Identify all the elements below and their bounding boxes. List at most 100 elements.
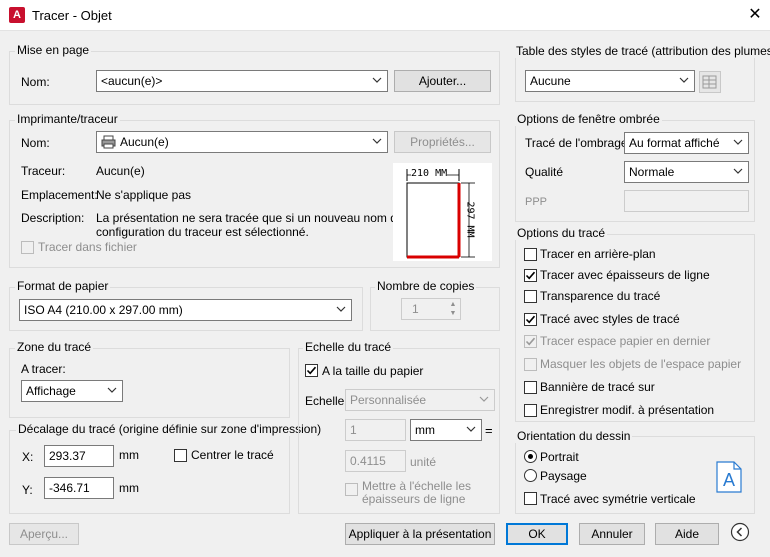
mise-en-page-nom-combo[interactable]: <aucun(e)> bbox=[96, 70, 388, 92]
mise-en-page-nom-label: Nom: bbox=[21, 75, 50, 89]
equals-sign: = bbox=[485, 423, 493, 438]
y-unit: mm bbox=[119, 481, 139, 495]
paysage-label: Paysage bbox=[540, 469, 587, 483]
edit-style-table-icon[interactable] bbox=[699, 71, 721, 93]
echelle-label: Echelle: bbox=[305, 394, 348, 408]
format-papier-legend: Format de papier bbox=[15, 279, 111, 293]
decalage-legend: Décalage du tracé (origine définie sur z… bbox=[16, 422, 324, 436]
spin-up-icon[interactable]: ▲ bbox=[446, 300, 460, 309]
paysage-radio[interactable] bbox=[524, 469, 537, 482]
option-arriere-plan-checkbox[interactable] bbox=[524, 248, 537, 261]
mise-en-page-legend: Mise en page bbox=[15, 43, 92, 57]
ppp-input[interactable] bbox=[624, 190, 749, 212]
description-line-1: La présentation ne sera tracée que si un… bbox=[96, 211, 404, 225]
portrait-page-icon: A bbox=[716, 461, 742, 493]
proprietes-button[interactable]: Propriétés... bbox=[394, 131, 491, 153]
echelle-legend: Echelle du tracé bbox=[303, 340, 394, 354]
format-papier-value: ISO A4 (210.00 x 297.00 mm) bbox=[24, 303, 183, 317]
echelle-value-2-input[interactable]: 0.4115 bbox=[345, 450, 406, 472]
copies-spinner[interactable]: 1 ▲ ▼ bbox=[401, 298, 461, 320]
option-transparence-checkbox[interactable] bbox=[524, 290, 537, 303]
option-styles-checkbox[interactable] bbox=[524, 313, 537, 326]
a-tracer-label: A tracer: bbox=[21, 362, 66, 376]
qualite-combo[interactable]: Normale bbox=[624, 161, 749, 183]
x-unit: mm bbox=[119, 448, 139, 462]
option-enregistrer-checkbox[interactable] bbox=[524, 404, 537, 417]
trace-ombrage-combo[interactable]: Au format affiché bbox=[624, 132, 749, 154]
annuler-button[interactable]: Annuler bbox=[579, 523, 645, 545]
chevron-down-icon bbox=[479, 396, 489, 402]
option-epaisseurs-checkbox[interactable] bbox=[524, 269, 537, 282]
y-label: Y: bbox=[22, 483, 33, 497]
options-legend: Options du tracé bbox=[515, 226, 608, 240]
appliquer-presentation-button[interactable]: Appliquer à la présentation bbox=[345, 523, 495, 545]
option-masquer-label: Masquer les objets de l'espace papier bbox=[540, 357, 742, 371]
centrer-label: Centrer le tracé bbox=[191, 448, 274, 462]
window-title: Tracer - Objet bbox=[32, 8, 112, 23]
title-bar bbox=[0, 0, 770, 31]
orientation-letter: A bbox=[722, 470, 735, 490]
mettre-echelle-checkbox[interactable] bbox=[345, 483, 358, 496]
y-offset-input[interactable]: -346.71 bbox=[44, 477, 114, 499]
ppp-label: PPP bbox=[525, 196, 548, 208]
portrait-label: Portrait bbox=[540, 450, 579, 464]
option-styles-label: Tracé avec styles de tracé bbox=[540, 312, 680, 326]
chevron-down-icon bbox=[107, 387, 117, 393]
orientation-legend: Orientation du dessin bbox=[515, 429, 633, 443]
checkmark-icon bbox=[525, 337, 536, 346]
qualite-value: Normale bbox=[629, 165, 675, 179]
tracer-fichier-checkbox[interactable] bbox=[21, 241, 34, 254]
checkmark-icon bbox=[525, 315, 536, 324]
qualite-label: Qualité bbox=[525, 165, 564, 179]
option-transparence-label: Transparence du tracé bbox=[540, 289, 661, 303]
styles-legend: Table des styles de tracé (attribution d… bbox=[514, 44, 770, 58]
ombree-legend: Options de fenêtre ombrée bbox=[515, 112, 662, 126]
echelle-value-1-input[interactable]: 1 bbox=[345, 419, 406, 441]
aide-button[interactable]: Aide bbox=[655, 523, 719, 545]
echelle-combo[interactable]: Personnalisée bbox=[345, 389, 495, 411]
option-epaisseurs-label: Tracer avec épaisseurs de ligne bbox=[540, 268, 710, 282]
taille-papier-checkbox[interactable] bbox=[305, 364, 318, 377]
unit-combo[interactable]: mm bbox=[410, 419, 482, 441]
zone-trace-legend: Zone du tracé bbox=[15, 340, 94, 354]
chevron-down-icon bbox=[372, 77, 382, 83]
chevron-down-icon bbox=[679, 77, 689, 83]
x-offset-input[interactable]: 293.37 bbox=[44, 445, 114, 467]
symetrie-label: Tracé avec symétrie verticale bbox=[540, 492, 696, 506]
styles-value: Aucune bbox=[530, 74, 571, 88]
format-papier-combo[interactable]: ISO A4 (210.00 x 297.00 mm) bbox=[19, 299, 352, 321]
tracer-fichier-label: Tracer dans fichier bbox=[38, 240, 137, 254]
option-enregistrer-label: Enregistrer modif. à présentation bbox=[540, 403, 715, 417]
collapse-options-icon[interactable] bbox=[730, 522, 750, 542]
chevron-down-icon bbox=[336, 306, 346, 312]
emplacement-value: Ne s'applique pas bbox=[96, 188, 192, 202]
imprimante-legend: Imprimante/traceur bbox=[15, 112, 120, 126]
styles-combo[interactable]: Aucune bbox=[525, 70, 695, 92]
close-icon[interactable]: ✕ bbox=[744, 4, 766, 26]
trace-ombrage-label: Tracé de l'ombrage bbox=[525, 136, 628, 150]
symetrie-checkbox[interactable] bbox=[524, 492, 537, 505]
option-banniere-checkbox[interactable] bbox=[524, 381, 537, 394]
paper-height-label: 297 MM bbox=[464, 201, 476, 238]
taille-papier-label: A la taille du papier bbox=[322, 364, 424, 378]
centrer-checkbox[interactable] bbox=[174, 449, 187, 462]
chevron-down-icon bbox=[372, 138, 382, 144]
description-label: Description: bbox=[21, 211, 85, 225]
traceur-value: Aucun(e) bbox=[96, 164, 145, 178]
spin-down-icon[interactable]: ▼ bbox=[446, 309, 460, 318]
x-label: X: bbox=[22, 450, 34, 464]
imprimante-nom-combo[interactable]: Aucun(e) bbox=[96, 131, 388, 153]
portrait-radio[interactable] bbox=[524, 450, 537, 463]
option-papier-dernier-label: Tracer espace papier en dernier bbox=[540, 334, 711, 348]
ok-button[interactable]: OK bbox=[506, 523, 568, 545]
traceur-label: Traceur: bbox=[21, 164, 66, 178]
imprimante-nom-label: Nom: bbox=[21, 136, 50, 150]
option-papier-dernier-checkbox[interactable] bbox=[524, 335, 537, 348]
copies-legend: Nombre de copies bbox=[375, 279, 477, 293]
a-tracer-combo[interactable]: Affichage bbox=[21, 380, 123, 402]
checkmark-icon bbox=[525, 271, 536, 280]
ajouter-button[interactable]: Ajouter... bbox=[394, 70, 491, 92]
imprimante-nom-value: Aucun(e) bbox=[120, 135, 169, 149]
apercu-button[interactable]: Aperçu... bbox=[9, 523, 79, 545]
option-masquer-checkbox[interactable] bbox=[524, 358, 537, 371]
